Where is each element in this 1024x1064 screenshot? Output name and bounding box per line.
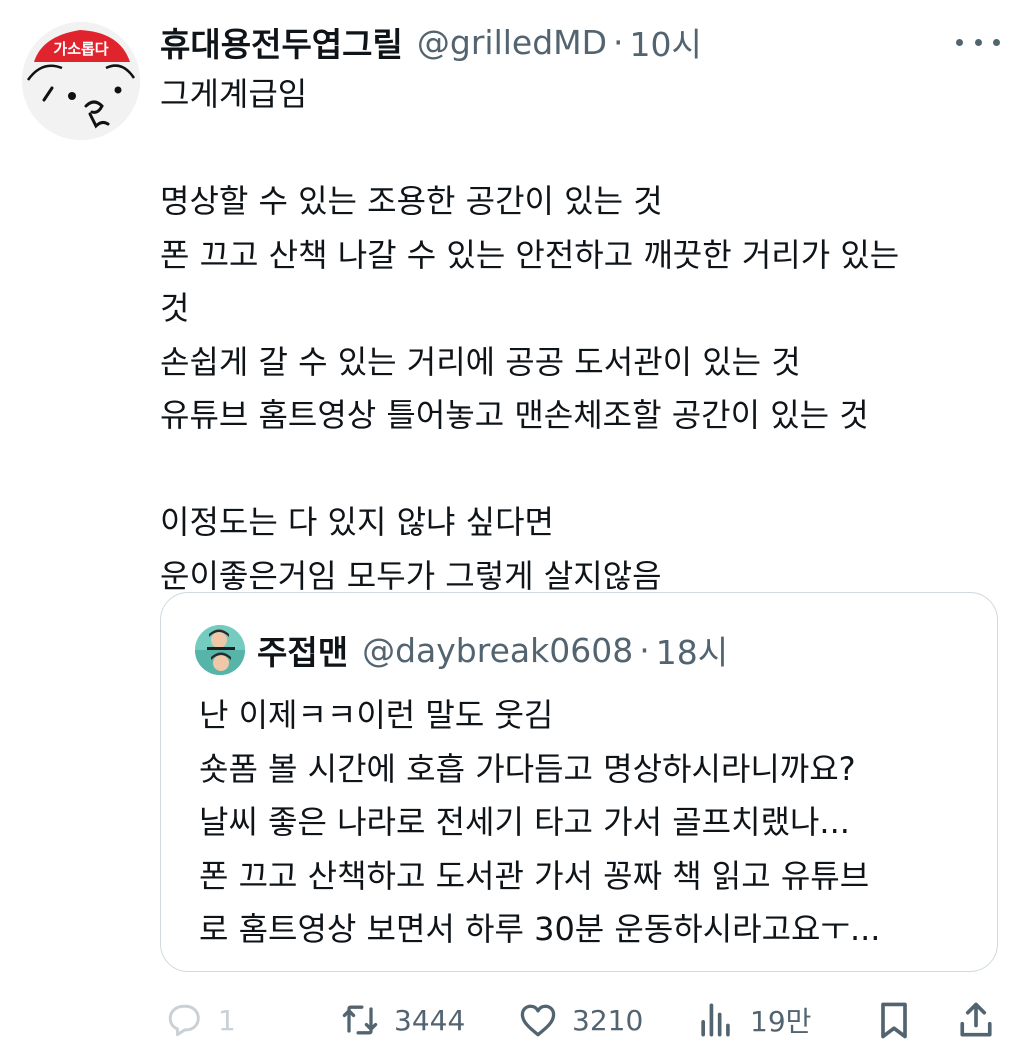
quoted-tweet-time: 18시 [655, 633, 729, 672]
bookmark-icon [881, 1002, 907, 1039]
avatar-badge-text: 가소롭다 [53, 40, 108, 58]
share-icon [960, 1002, 992, 1037]
more-dots-icon[interactable] [956, 30, 1000, 54]
tweet-line: 이정도는 다 있지 않냐 싶다면 [160, 503, 554, 541]
action-bar: 1 3444 3210 19만 [160, 992, 1000, 1048]
tweet-line: 폰 끄고 산책 나갈 수 있는 안전하고 깨끗한 거리가 있는 [160, 235, 900, 274]
quoted-line: 로 홈트영상 보면서 하루 30분 운동하시라고요ㅜ... [199, 910, 881, 948]
quoted-header: 주접맨 @daybreak0608 · 18시 [257, 625, 728, 675]
like-button[interactable]: 3210 [516, 992, 643, 1048]
user-handle[interactable]: @grilledMD [417, 23, 607, 62]
quoted-line: 날씨 좋은 나라로 전세기 타고 가서 골프치랬나... [199, 803, 850, 841]
tweet-line: 그게계급임 [160, 75, 308, 113]
more-dot [993, 38, 1000, 46]
tweet-line: 손쉽게 갈 수 있는 거리에 공공 도서관이 있는 것 [160, 342, 801, 381]
tweet-line: 것 [160, 289, 190, 327]
bookmark-button[interactable] [872, 992, 916, 1048]
quoted-avatar-image [195, 625, 245, 675]
quoted-line: 난 이제ㅋㅋ이런 말도 웃김 [199, 696, 554, 734]
views-count: 19만 [750, 1005, 812, 1038]
tweet-line [160, 443, 1010, 497]
display-name[interactable]: 휴대용전두엽그릴 [160, 18, 403, 66]
like-count: 3210 [572, 1003, 644, 1037]
views-button[interactable]: 19만 [694, 992, 811, 1048]
reply-count: 1 [218, 1003, 236, 1037]
reply-icon [168, 1004, 200, 1037]
quoted-tweet-text: 난 이제ㅋㅋ이런 말도 웃김 숏폼 볼 시간에 호흡 가다듬고 명상하시라니까요… [199, 689, 989, 957]
tweet-time[interactable]: 10시 [630, 18, 702, 66]
tweet-header: 휴대용전두엽그릴 @grilledMD · 10시 [160, 18, 702, 66]
tweet-line [160, 122, 1010, 176]
quoted-line: 폰 끄고 산책하고 도서관 가서 꽁짜 책 읽고 유튜브 [199, 856, 870, 895]
more-dot [956, 38, 963, 46]
share-button[interactable] [954, 992, 998, 1048]
quoted-avatar [195, 625, 245, 675]
quoted-tweet-card[interactable]: 주접맨 @daybreak0608 · 18시 난 이제ㅋㅋ이런 말도 웃김 숏… [160, 592, 998, 972]
reply-button[interactable]: 1 [162, 992, 236, 1048]
tweet-line: 명상할 수 있는 조용한 공간이 있는 것 [160, 182, 663, 220]
retweet-icon [342, 1005, 378, 1035]
views-bar-chart-icon [701, 1003, 730, 1037]
avatar[interactable]: 가소롭다 [22, 22, 140, 140]
quoted-display-name: 주접맨 [257, 633, 349, 672]
tweet-line: 유튜브 홈트영상 틀어놓고 맨손체조할 공간이 있는 것 [160, 396, 869, 434]
quoted-user-handle: @daybreak0608 [362, 630, 634, 670]
retweet-button[interactable]: 3444 [338, 992, 465, 1048]
more-dot [974, 38, 982, 46]
retweet-count: 3444 [394, 1003, 466, 1037]
separator-dot: · [639, 630, 650, 670]
separator-dot: · [613, 22, 624, 62]
tweet-text: 그게계급임 명상할 수 있는 조용한 공간이 있는 것 폰 끄고 산책 나갈 수… [160, 68, 1010, 603]
bear-avatar-image: 가소롭다 [22, 22, 140, 140]
quoted-line: 숏폼 볼 시간에 호흡 가다듬고 명상하시라니까요? [199, 749, 856, 788]
heart-icon [520, 1004, 556, 1037]
